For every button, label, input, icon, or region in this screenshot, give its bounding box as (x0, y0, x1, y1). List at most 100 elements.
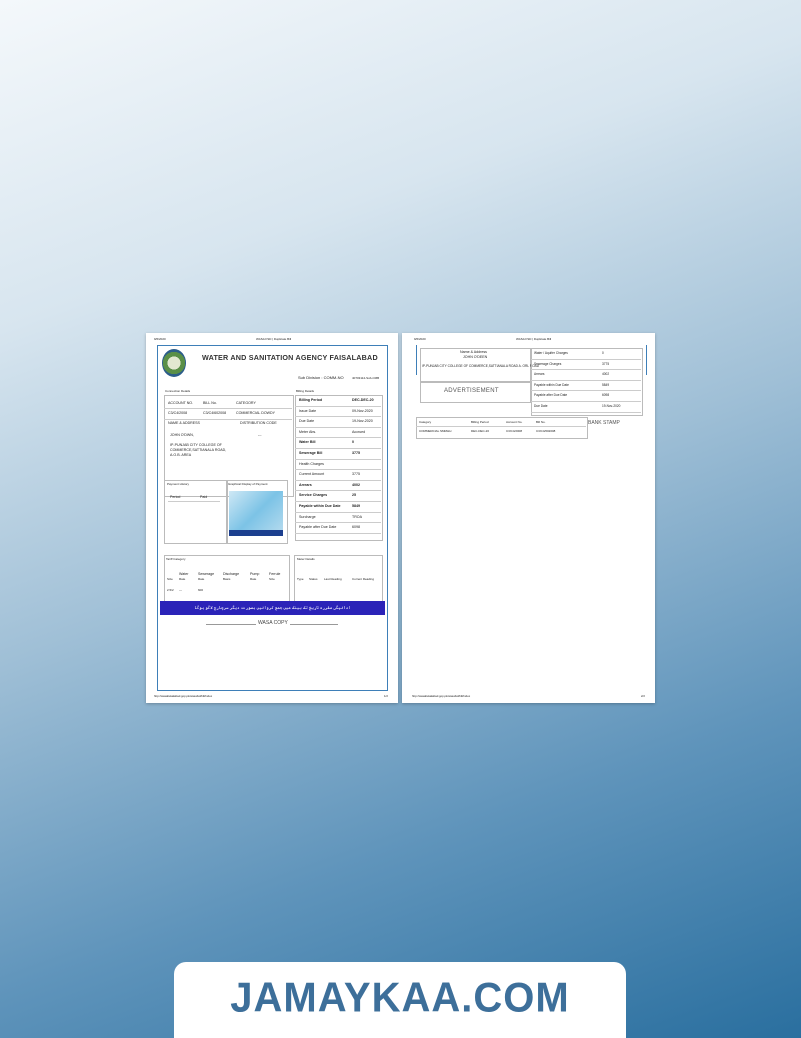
billing-row-value: 19-Nov-2020 (352, 419, 373, 424)
tariff-value: 2.5/2 (167, 588, 174, 592)
divider (295, 437, 381, 439)
advertisement-label: ADVERTISEMENT (444, 388, 499, 394)
billing-row-value: 25 (352, 493, 356, 498)
customer-name: JOHN O'DEEN (463, 355, 488, 359)
tariff-value: 600 (198, 588, 204, 592)
stub-header: Bill No. (536, 420, 546, 424)
divider (295, 447, 381, 449)
tariff-title: Tariff Category (166, 557, 186, 561)
billing-row-value: 0 (352, 440, 354, 445)
bill-page-2: 9/6/2020 WASA FSD | Duplicate Bill Name … (402, 333, 655, 703)
stub-header: Account No. (506, 420, 523, 424)
payment-history-label: Payment History (167, 482, 190, 486)
billing-row-label: Payable after Due Date (299, 525, 337, 530)
wasa-logo (162, 349, 186, 377)
agency-title: WATER AND SANITATION AGENCY FAISALABAD (202, 353, 378, 362)
divider (295, 479, 381, 481)
billing-row-value: 3775 (352, 472, 360, 477)
customer-address: IP-PUNJAB CITY COLLEGE OF COMMERCE,SATTI… (422, 364, 540, 368)
urdu-notice-banner: ادائیگی مقررہ تاریخ تک بینک میں جمع کروا… (160, 601, 385, 615)
billing-row-label: Current Amount (299, 472, 325, 477)
conn-header: CATEGORY (236, 401, 256, 405)
footer-page: 1/2 (384, 694, 388, 698)
print-date: 9/6/2020 (414, 337, 426, 341)
stub-header: Category (419, 420, 432, 424)
divider (295, 405, 381, 407)
tariff-sub: Rate (179, 577, 186, 581)
divider (295, 426, 381, 428)
amount-row-label: Payable within Due Date (534, 382, 569, 387)
sub-division-code: 40703112-Sub-CMB (352, 375, 380, 380)
amount-row-label: Sewerage Charges (534, 361, 562, 366)
footer-url: http://wasafaisalabad.gop.pk/wasafsd/bil… (154, 694, 213, 698)
divider (531, 358, 641, 360)
distribution-code: --- (258, 433, 262, 437)
divider (531, 390, 641, 392)
bank-stamp-label: BANK STAMP (588, 420, 620, 426)
distribution-code-label: DISTRIBUTION CODE (240, 421, 277, 425)
divider (295, 532, 381, 534)
billing-row-value: 6098 (352, 525, 360, 530)
conn-header: ACCOUNT NO. (168, 401, 194, 405)
billing-row-label: Water Bill (299, 440, 316, 445)
billing-row-value: DEC-DEC-20 (352, 398, 374, 402)
billing-details-title: Billing Details (296, 389, 315, 393)
amount-row-value: 0 (602, 351, 604, 355)
meter-header: Status (309, 577, 318, 581)
category: COMMERCIAL DOWDY (236, 411, 275, 415)
billing-row-label: Due Date (299, 419, 315, 424)
divider (531, 411, 641, 413)
tariff-sub: Size (167, 577, 173, 581)
billing-row-value: Accrued (352, 429, 366, 434)
footer-url: http://wasafaisalabad.gop.pk/wasafsd/bil… (412, 694, 471, 698)
divider (295, 416, 381, 418)
tariff-sub: Size (269, 577, 275, 581)
billing-row-value: 4002 (352, 482, 360, 487)
billing-row-value: 3775 (352, 451, 360, 455)
meter-header: Type (297, 577, 304, 581)
amount-row-value: 4002 (602, 372, 610, 377)
divider (295, 469, 381, 471)
billing-row-label: Payable within Due Date (299, 504, 341, 508)
billing-row-label: Health Charges (299, 461, 324, 466)
divider (295, 490, 381, 492)
brand-card: JAMAYKAA.COM (174, 962, 626, 1038)
amount-row-label: Due Date (534, 404, 548, 408)
billing-row-value: 5849 (352, 504, 360, 508)
divider (295, 522, 381, 524)
divider (531, 369, 641, 371)
amount-row-value: 3775 (602, 361, 610, 366)
amount-row-value: 19-Nov-2020 (602, 404, 621, 408)
billing-row-label: Billing Period (299, 398, 323, 402)
meter-title: Meter Details (297, 557, 315, 561)
stub-value: C3/C4/602008 (536, 429, 556, 433)
billing-row-label: Surcharge (299, 514, 316, 519)
amount-row-label: Arrears (534, 372, 545, 377)
amount-row-label: Water / Aquifer Charges (534, 351, 568, 355)
graph-label: Graphical Display of Payment (228, 482, 268, 486)
amount-row-value: 5849 (602, 382, 610, 387)
tariff-sub: Rate (198, 577, 205, 581)
paid-label: Paid (200, 495, 208, 499)
billing-row-value: TROA (352, 514, 362, 519)
wasa-copy-label: WASA COPY (256, 620, 290, 626)
divider (164, 408, 292, 409)
tariff-sub: Basis (223, 577, 231, 581)
billing-row-label: Service Charges (299, 493, 328, 498)
divider (531, 379, 641, 381)
tariff-value: --- (179, 588, 182, 592)
divider (164, 419, 292, 420)
footer-page: 2/2 (641, 694, 645, 698)
print-header: WASA FSD | Duplicate Bill (256, 337, 292, 341)
bill-page-1: 9/6/2020 WASA FSD | Duplicate Bill WATER… (146, 333, 398, 703)
divider (416, 426, 586, 427)
customer-name: JOHN O'DWN, (170, 433, 194, 437)
name-address-label: NAME & ADDRESS (168, 421, 200, 425)
stub-header: Billing Period (471, 420, 489, 424)
billing-row-label: Meter Abs. (299, 429, 317, 434)
conn-header: BILL No. (203, 401, 217, 405)
divider (531, 400, 641, 402)
tariff-sub: Rate (250, 577, 257, 581)
site-brand: JAMAYKAA.COM (230, 974, 570, 1022)
period-label: Period (170, 495, 181, 499)
